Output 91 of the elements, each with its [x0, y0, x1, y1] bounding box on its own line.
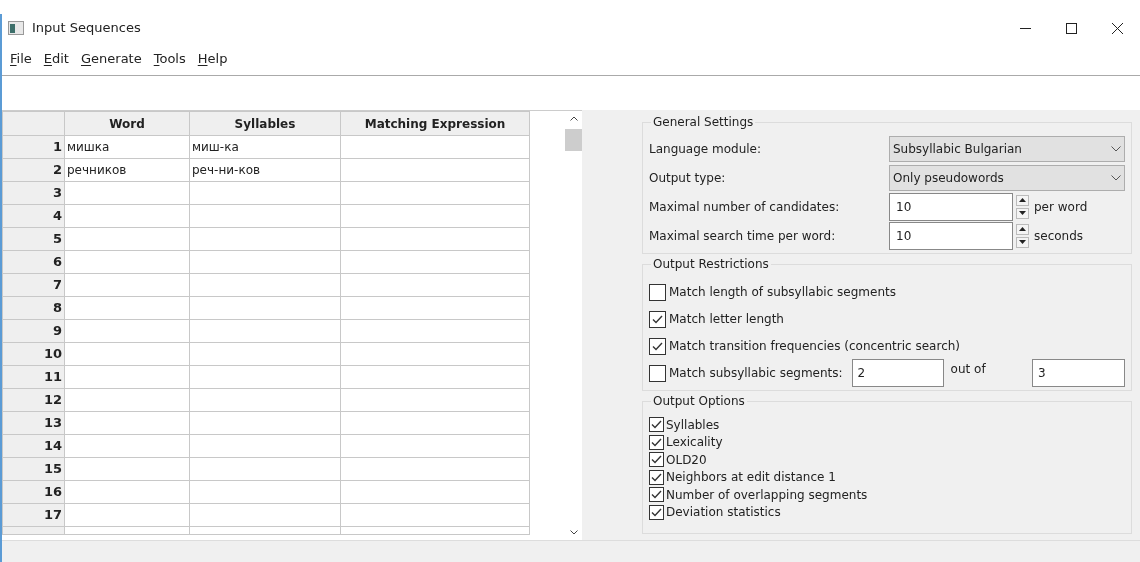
chevron-down-icon	[1111, 174, 1121, 181]
number-field[interactable]: 10	[889, 192, 1013, 221]
spin-down-button[interactable]	[1016, 207, 1029, 219]
minimize-icon	[1019, 27, 1031, 29]
group-title: Output Options	[651, 393, 747, 409]
checkbox-label: Syllables	[666, 417, 720, 432]
input-field[interactable]: 2	[851, 359, 944, 387]
checkmark-icon	[651, 490, 662, 500]
scrollbar-thumb[interactable]	[565, 129, 582, 151]
menu-item[interactable]: Tools	[149, 48, 190, 69]
checkbox-label: Match subsyllabic segments:	[669, 365, 843, 382]
row-number[interactable]: 7	[2, 273, 65, 297]
checkbox[interactable]	[649, 364, 666, 382]
table-cell: речников	[64, 158, 190, 182]
spin-down-button[interactable]	[1016, 236, 1029, 248]
checkmark-icon	[651, 472, 662, 482]
row-number[interactable]: 1	[2, 135, 65, 159]
field-label: Maximal number of candidates:	[649, 198, 841, 216]
menu-item[interactable]: Generate	[76, 48, 146, 69]
row-number[interactable]: 3	[2, 181, 65, 205]
maximize-icon	[1065, 22, 1077, 34]
column-header[interactable]: Matching Expression	[340, 111, 530, 136]
scroll-down-icon	[569, 530, 578, 535]
spin-up-button[interactable]	[1016, 194, 1029, 206]
checkmark-icon	[651, 437, 662, 447]
checkbox-label: Deviation statistics	[666, 505, 781, 520]
app-icon	[8, 21, 24, 35]
checkbox[interactable]	[649, 452, 664, 468]
table-cell: мишка	[64, 135, 190, 159]
triangle-up-icon	[1019, 198, 1026, 202]
range-label: out of	[950, 361, 986, 378]
scroll-up-icon	[569, 116, 578, 121]
menu-item[interactable]: File	[6, 48, 36, 69]
checkbox[interactable]	[649, 469, 664, 485]
checkmark-icon	[652, 341, 663, 351]
triangle-down-icon	[1019, 211, 1026, 215]
checkbox[interactable]	[649, 504, 664, 520]
field-label: Output type:	[649, 169, 727, 187]
checkbox-label: Neighbors at edit distance 1	[666, 470, 836, 485]
checkmark-icon	[651, 420, 662, 430]
close-icon	[1111, 22, 1123, 34]
field-label: Language module:	[649, 140, 763, 158]
row-number[interactable]: 11	[2, 365, 65, 389]
checkbox-label: Match transition frequencies (concentric search)	[669, 338, 961, 355]
unit-label: per word	[1034, 198, 1088, 216]
checkbox-label: Number of overlapping segments	[666, 487, 868, 502]
checkbox-label: Match letter length	[669, 311, 784, 328]
checkbox[interactable]	[649, 337, 666, 355]
row-number[interactable]: 12	[2, 388, 65, 412]
checkmark-icon	[652, 314, 663, 324]
menu-item[interactable]: Help	[193, 48, 232, 69]
spin-up-button[interactable]	[1016, 223, 1029, 235]
row-number[interactable]: 9	[2, 319, 65, 343]
row-number[interactable]: 8	[2, 296, 65, 320]
checkmark-icon	[651, 455, 662, 465]
number-field[interactable]: 10	[889, 221, 1013, 250]
dropdown[interactable]: Subsyllabic Bulgarian	[889, 135, 1125, 162]
chevron-down-icon	[1111, 145, 1121, 152]
column-header[interactable]: Word	[64, 111, 190, 136]
checkbox[interactable]	[649, 434, 664, 450]
checkbox[interactable]	[649, 310, 666, 328]
dropdown[interactable]: Only pseudowords	[889, 164, 1125, 191]
checkbox[interactable]	[649, 417, 664, 433]
row-number[interactable]: 2	[2, 158, 65, 182]
checkbox-label: OLD20	[666, 452, 707, 467]
row-number[interactable]: 4	[2, 204, 65, 228]
checkbox-label: Match length of subsyllabic segments	[669, 284, 896, 301]
group-title: Output Restrictions	[651, 256, 771, 272]
table-cell: реч-ни-ков	[189, 158, 341, 182]
row-number[interactable]: 17	[2, 503, 65, 527]
checkbox-label: Lexicality	[666, 435, 723, 450]
checkbox[interactable]	[649, 283, 666, 301]
menu-item[interactable]: Edit	[39, 48, 73, 69]
checkmark-icon	[651, 507, 662, 517]
row-number[interactable]: 6	[2, 250, 65, 274]
row-number[interactable]: 13	[2, 411, 65, 435]
unit-label: seconds	[1034, 227, 1084, 245]
field-label: Maximal search time per word:	[649, 227, 837, 245]
row-number[interactable]: 5	[2, 227, 65, 251]
row-number[interactable]: 15	[2, 457, 65, 481]
input-field[interactable]: 3	[1032, 359, 1125, 387]
table-cell: миш-ка	[189, 135, 341, 159]
triangle-down-icon	[1019, 240, 1026, 244]
checkbox[interactable]	[649, 487, 664, 503]
column-header[interactable]: Syllables	[189, 111, 341, 136]
row-number[interactable]: 16	[2, 480, 65, 504]
row-number[interactable]: 14	[2, 434, 65, 458]
triangle-up-icon	[1019, 227, 1026, 231]
row-number[interactable]: 10	[2, 342, 65, 366]
group-title: General Settings	[651, 114, 756, 130]
window-title: Input Sequences	[32, 19, 141, 38]
